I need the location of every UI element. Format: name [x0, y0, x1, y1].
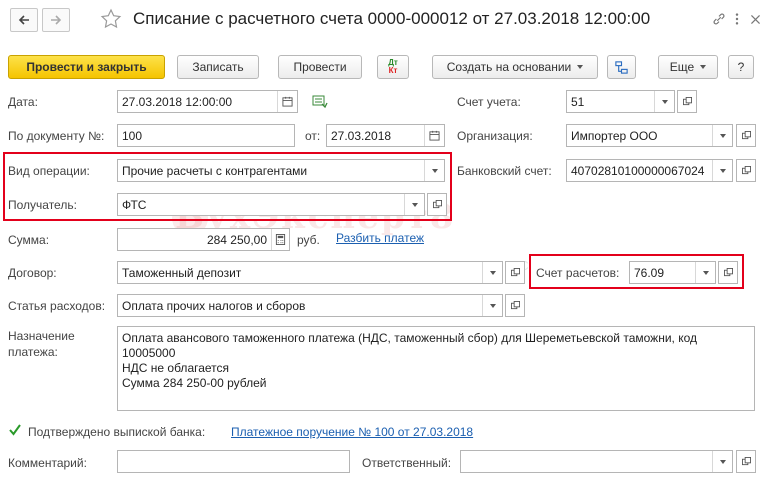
account-open-button[interactable] — [677, 90, 697, 113]
amount-label: Сумма: — [8, 233, 50, 247]
open-icon — [682, 97, 692, 106]
date-field[interactable]: 27.03.2018 12:00:00 — [117, 90, 298, 113]
bank-account-field[interactable]: 40702810100000067024 — [566, 159, 733, 182]
chevron-down-icon[interactable] — [654, 91, 674, 112]
expense-item-open-button[interactable] — [505, 294, 525, 317]
doc-number-field[interactable]: 100 — [117, 124, 295, 147]
expense-item-field[interactable]: Оплата прочих налогов и сборов — [117, 294, 503, 317]
bank-account-label: Банковский счет: — [457, 164, 552, 178]
purpose-line: 10005000 — [122, 346, 176, 360]
expense-item-label: Статья расходов: — [8, 299, 106, 313]
help-button[interactable]: ? — [728, 55, 754, 79]
create-based-on-button[interactable]: Создать на основании — [432, 55, 598, 79]
link-icon[interactable] — [710, 10, 728, 28]
open-icon — [741, 166, 751, 175]
chevron-down-icon[interactable] — [712, 160, 732, 181]
organization-label: Организация: — [457, 129, 533, 143]
favorite-star-icon[interactable] — [100, 8, 122, 30]
contract-label: Договор: — [8, 266, 57, 280]
chevron-down-icon — [700, 65, 707, 69]
responsible-label: Ответственный: — [362, 456, 452, 470]
payment-order-link[interactable]: Платежное поручение № 100 от 27.03.2018 — [231, 425, 473, 439]
arrow-right-icon — [51, 15, 62, 25]
save-button[interactable]: Записать — [177, 55, 259, 79]
chevron-down-icon[interactable] — [482, 262, 502, 283]
calculator-icon[interactable] — [271, 229, 289, 250]
comment-label: Комментарий: — [8, 456, 87, 470]
highlight-box-operation — [3, 152, 452, 221]
structure-button[interactable] — [607, 55, 636, 79]
checkmark-icon — [9, 424, 21, 436]
purpose-line: Сумма 284 250-00 рублей — [122, 376, 267, 390]
from-date-field[interactable]: 27.03.2018 — [326, 124, 445, 147]
calendar-icon[interactable] — [424, 125, 444, 146]
payment-purpose-textarea[interactable]: Оплата авансового таможенного платежа (Н… — [117, 326, 755, 411]
date-value: 27.03.2018 12:00:00 — [122, 94, 233, 109]
confirmed-label: Подтверждено выпиской банка: — [28, 425, 206, 439]
organization-value: Импортер ООО — [571, 128, 658, 143]
doc-number-label: По документу №: — [8, 129, 105, 143]
chevron-down-icon[interactable] — [482, 295, 502, 316]
contract-open-button[interactable] — [505, 261, 525, 284]
organization-field[interactable]: Импортер ООО — [566, 124, 733, 147]
bank-account-open-button[interactable] — [736, 159, 756, 182]
bank-account-value: 40702810100000067024 — [571, 163, 705, 178]
amount-field[interactable]: 284 250,00 — [117, 228, 290, 251]
responsible-field[interactable] — [460, 450, 733, 473]
calendar-icon[interactable] — [277, 91, 297, 112]
contract-value: Таможенный депозит — [122, 265, 242, 280]
more-vertical-icon[interactable] — [728, 10, 746, 28]
from-date-value: 27.03.2018 — [331, 128, 392, 143]
open-icon — [510, 301, 520, 310]
currency-label: руб. — [297, 233, 320, 247]
account-label: Счет учета: — [457, 95, 521, 109]
open-icon — [510, 268, 520, 277]
amount-value: 284 250,00 — [206, 232, 267, 247]
arrow-left-icon — [18, 15, 29, 25]
more-label: Еще — [669, 60, 695, 74]
forward-button[interactable] — [42, 8, 70, 32]
organization-open-button[interactable] — [736, 124, 756, 147]
hierarchy-icon — [615, 60, 628, 74]
split-payment-link[interactable]: Разбить платеж — [336, 231, 424, 245]
chevron-down-icon[interactable] — [712, 125, 732, 146]
from-date-label: от: — [305, 129, 321, 143]
purpose-line: Оплата авансового таможенного платежа (Н… — [122, 331, 697, 345]
open-icon — [741, 457, 751, 466]
doc-number-value: 100 — [122, 128, 143, 143]
post-button[interactable]: Провести — [278, 55, 362, 79]
payment-purpose-label: Назначение платежа: — [8, 329, 75, 359]
account-field[interactable]: 51 — [566, 90, 675, 113]
window-title: Списание с расчетного счета 0000-000012 … — [133, 9, 651, 28]
contract-field[interactable]: Таможенный депозит — [117, 261, 503, 284]
expense-item-value: Оплата прочих налогов и сборов — [122, 298, 306, 313]
document-list-icon[interactable] — [312, 95, 328, 109]
purpose-line: НДС не облагается — [122, 361, 230, 375]
responsible-open-button[interactable] — [736, 450, 756, 473]
kt-label: Кт — [388, 66, 398, 75]
chevron-down-icon[interactable] — [712, 451, 732, 472]
create-based-on-label: Создать на основании — [446, 60, 572, 74]
open-icon — [741, 131, 751, 140]
back-button[interactable] — [10, 8, 38, 32]
comment-field[interactable] — [117, 450, 350, 473]
confirmed-checkbox[interactable] — [8, 423, 22, 437]
account-value: 51 — [571, 94, 585, 109]
chevron-down-icon — [577, 65, 584, 69]
more-button[interactable]: Еще — [658, 55, 718, 79]
dt-kt-button[interactable]: Дт Кт — [377, 55, 409, 79]
close-icon[interactable] — [746, 10, 764, 28]
date-label: Дата: — [8, 95, 38, 109]
highlight-box-settlement — [529, 254, 744, 289]
post-and-close-button[interactable]: Провести и закрыть — [8, 55, 165, 79]
